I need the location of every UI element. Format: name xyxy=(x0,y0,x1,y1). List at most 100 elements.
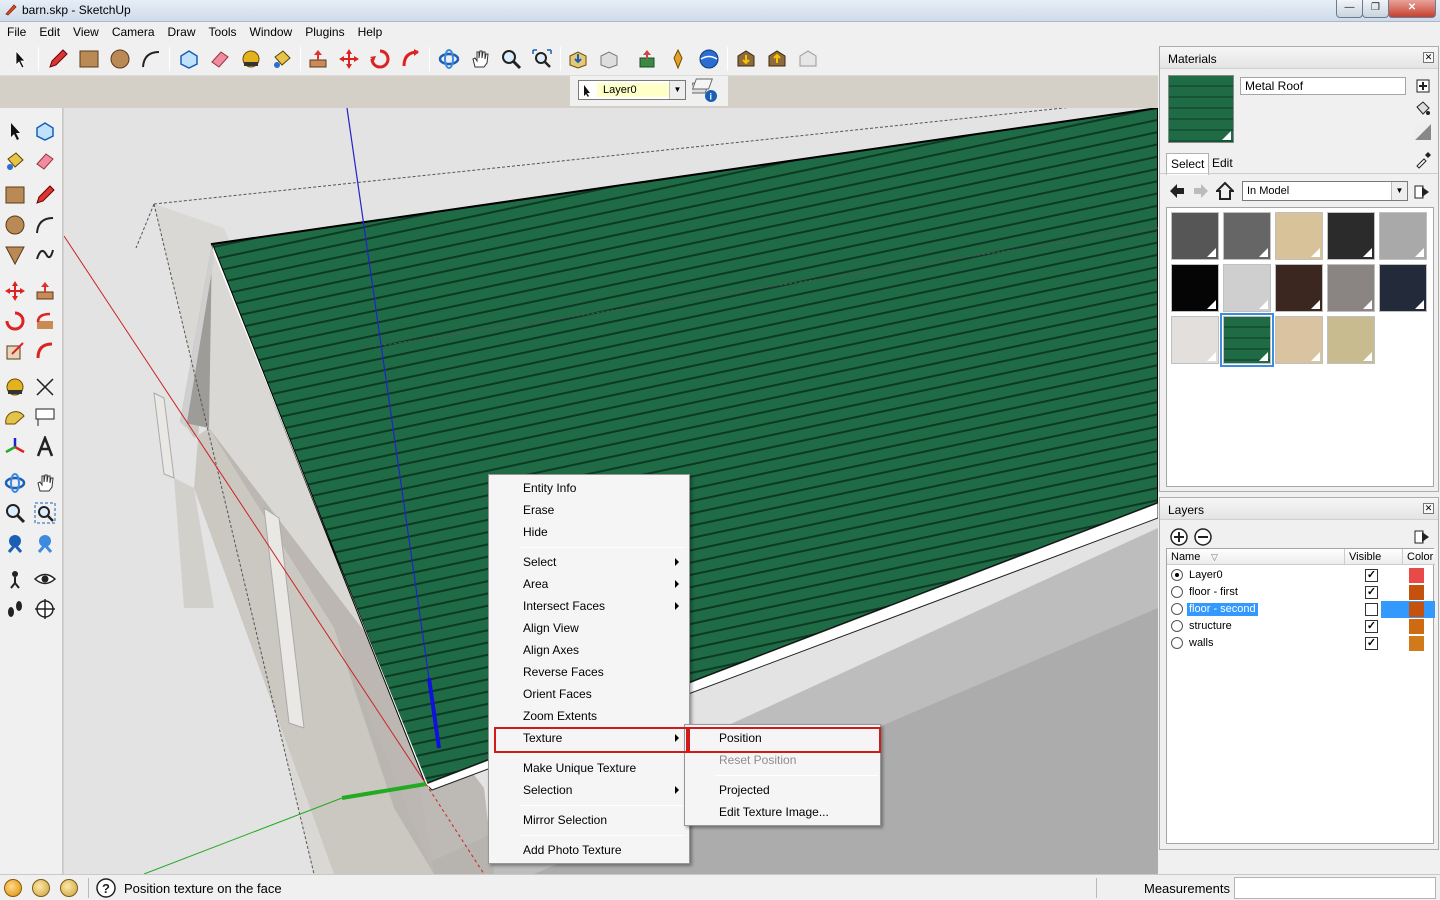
move-tool-button[interactable] xyxy=(336,46,362,72)
push-pull-button[interactable] xyxy=(32,278,58,304)
details-arrow-icon[interactable] xyxy=(1414,528,1430,546)
menu-edit[interactable]: Edit xyxy=(32,22,66,42)
text-button[interactable] xyxy=(32,404,58,430)
measurements-input[interactable] xyxy=(1234,877,1436,899)
minimize-button[interactable]: — xyxy=(1336,0,1363,18)
layer-visible-checkbox[interactable]: ✓ xyxy=(1365,569,1378,582)
look-around-button[interactable] xyxy=(32,566,58,592)
menu-texture-projected[interactable]: Projected xyxy=(687,779,877,801)
line-button[interactable] xyxy=(32,182,58,208)
rectangle-tool-button[interactable] xyxy=(76,46,102,72)
zoom-button[interactable] xyxy=(2,500,28,526)
material-swatch[interactable] xyxy=(1327,264,1375,312)
circle-button[interactable] xyxy=(2,212,28,238)
paint-button[interactable] xyxy=(2,148,28,174)
material-swatch[interactable] xyxy=(1220,313,1274,367)
previous-view-button[interactable] xyxy=(2,530,28,556)
paint-bucket-button[interactable] xyxy=(269,46,295,72)
follow-me-button[interactable] xyxy=(398,46,424,72)
details-arrow-icon[interactable] xyxy=(1414,183,1430,201)
walk-button[interactable] xyxy=(2,596,28,622)
menu-texture-position[interactable]: Position xyxy=(687,727,877,749)
eyedropper-button[interactable] xyxy=(1414,151,1432,169)
layers-panel-header[interactable]: Layers ✕ xyxy=(1160,498,1438,520)
layer-name[interactable]: floor - second xyxy=(1187,603,1258,616)
layer-visible-checkbox[interactable] xyxy=(1365,603,1378,616)
3d-text-button[interactable] xyxy=(32,434,58,460)
layer-row[interactable]: structure ✓ xyxy=(1167,618,1433,635)
geo-location-icon[interactable] xyxy=(4,879,22,897)
tab-edit[interactable]: Edit xyxy=(1208,153,1237,175)
material-swatch[interactable] xyxy=(1275,264,1323,312)
layer-visible-checkbox[interactable]: ✓ xyxy=(1365,586,1378,599)
materials-panel-header[interactable]: Materials ✕ xyxy=(1160,47,1438,69)
tape-measure-button[interactable] xyxy=(238,46,264,72)
move-button[interactable] xyxy=(2,278,28,304)
layer-visible-checkbox[interactable]: ✓ xyxy=(1365,637,1378,650)
material-name-field[interactable]: Metal Roof xyxy=(1240,77,1406,95)
warehouse-download-button[interactable] xyxy=(733,46,759,72)
forward-arrow-icon[interactable] xyxy=(1192,181,1210,201)
column-header-color[interactable]: Color xyxy=(1403,549,1435,565)
axes-button[interactable] xyxy=(2,434,28,460)
menu-window[interactable]: Window xyxy=(243,22,299,42)
active-layer-radio[interactable] xyxy=(1171,603,1183,615)
layer-name[interactable]: floor - first xyxy=(1187,586,1240,599)
menu-reverse-faces[interactable]: Reverse Faces xyxy=(491,661,687,683)
menu-erase[interactable]: Erase xyxy=(491,499,687,521)
menu-align-axes[interactable]: Align Axes xyxy=(491,639,687,661)
warehouse-upload-button[interactable] xyxy=(764,46,790,72)
push-pull-button[interactable] xyxy=(305,46,331,72)
credits-icon[interactable] xyxy=(32,879,50,897)
close-button[interactable]: ✕ xyxy=(1388,0,1436,18)
collection-dropdown[interactable]: In Model ▼ xyxy=(1242,181,1408,201)
orbit-button[interactable] xyxy=(2,470,28,496)
active-layer-radio[interactable] xyxy=(1171,620,1183,632)
layer-color-swatch[interactable] xyxy=(1409,585,1424,600)
google-sign-in-icon[interactable] xyxy=(60,879,78,897)
eraser-button[interactable] xyxy=(32,148,58,174)
close-icon[interactable]: ✕ xyxy=(1423,503,1434,514)
tape-measure-button[interactable] xyxy=(2,374,28,400)
extension-warehouse-button[interactable] xyxy=(795,46,821,72)
tab-select[interactable]: Select xyxy=(1166,153,1210,175)
make-component-button[interactable] xyxy=(176,46,202,72)
active-layer-radio[interactable] xyxy=(1171,569,1183,581)
material-swatch[interactable] xyxy=(1379,264,1427,312)
layer-row[interactable]: floor - first ✓ xyxy=(1167,584,1433,601)
layer-row[interactable]: Layer0 ✓ xyxy=(1167,567,1433,584)
current-layer-dropdown[interactable]: Layer0 ▼ xyxy=(578,80,686,100)
material-preview-swatch[interactable] xyxy=(1168,75,1234,143)
rotate-button[interactable] xyxy=(2,308,28,334)
menu-help[interactable]: Help xyxy=(351,22,389,42)
default-material-button[interactable] xyxy=(1414,99,1432,117)
material-swatch[interactable] xyxy=(1275,212,1323,260)
polygon-button[interactable] xyxy=(2,242,28,268)
layer-color-swatch[interactable] xyxy=(1409,636,1424,651)
help-question-icon[interactable]: ? xyxy=(96,878,116,898)
menu-zoom-extents[interactable]: Zoom Extents xyxy=(491,705,687,727)
line-tool-button[interactable] xyxy=(45,46,71,72)
create-material-button[interactable] xyxy=(1414,77,1432,95)
material-swatch[interactable] xyxy=(1171,264,1219,312)
select-tool-button[interactable] xyxy=(7,46,33,72)
layer-name[interactable]: Layer0 xyxy=(1187,569,1225,582)
menu-texture-edit-image[interactable]: Edit Texture Image... xyxy=(687,801,877,823)
rotate-tool-button[interactable] xyxy=(367,46,393,72)
share-model-button[interactable] xyxy=(596,46,622,72)
material-swatch[interactable] xyxy=(1223,212,1271,260)
material-swatch[interactable] xyxy=(1275,316,1323,364)
menu-selection[interactable]: Selection xyxy=(491,779,687,801)
menu-plugins[interactable]: Plugins xyxy=(298,22,350,42)
layer-color-swatch[interactable] xyxy=(1409,619,1424,634)
menu-view[interactable]: View xyxy=(66,22,105,42)
material-swatch[interactable] xyxy=(1327,316,1375,364)
menu-orient-faces[interactable]: Orient Faces xyxy=(491,683,687,705)
column-header-visible[interactable]: Visible xyxy=(1345,549,1403,565)
material-swatch[interactable] xyxy=(1171,316,1219,364)
arc-button[interactable] xyxy=(32,212,58,238)
offset-button[interactable] xyxy=(32,338,58,364)
menu-entity-info[interactable]: Entity Info xyxy=(491,477,687,499)
menu-file[interactable]: File xyxy=(0,22,32,42)
active-layer-radio[interactable] xyxy=(1171,637,1183,649)
